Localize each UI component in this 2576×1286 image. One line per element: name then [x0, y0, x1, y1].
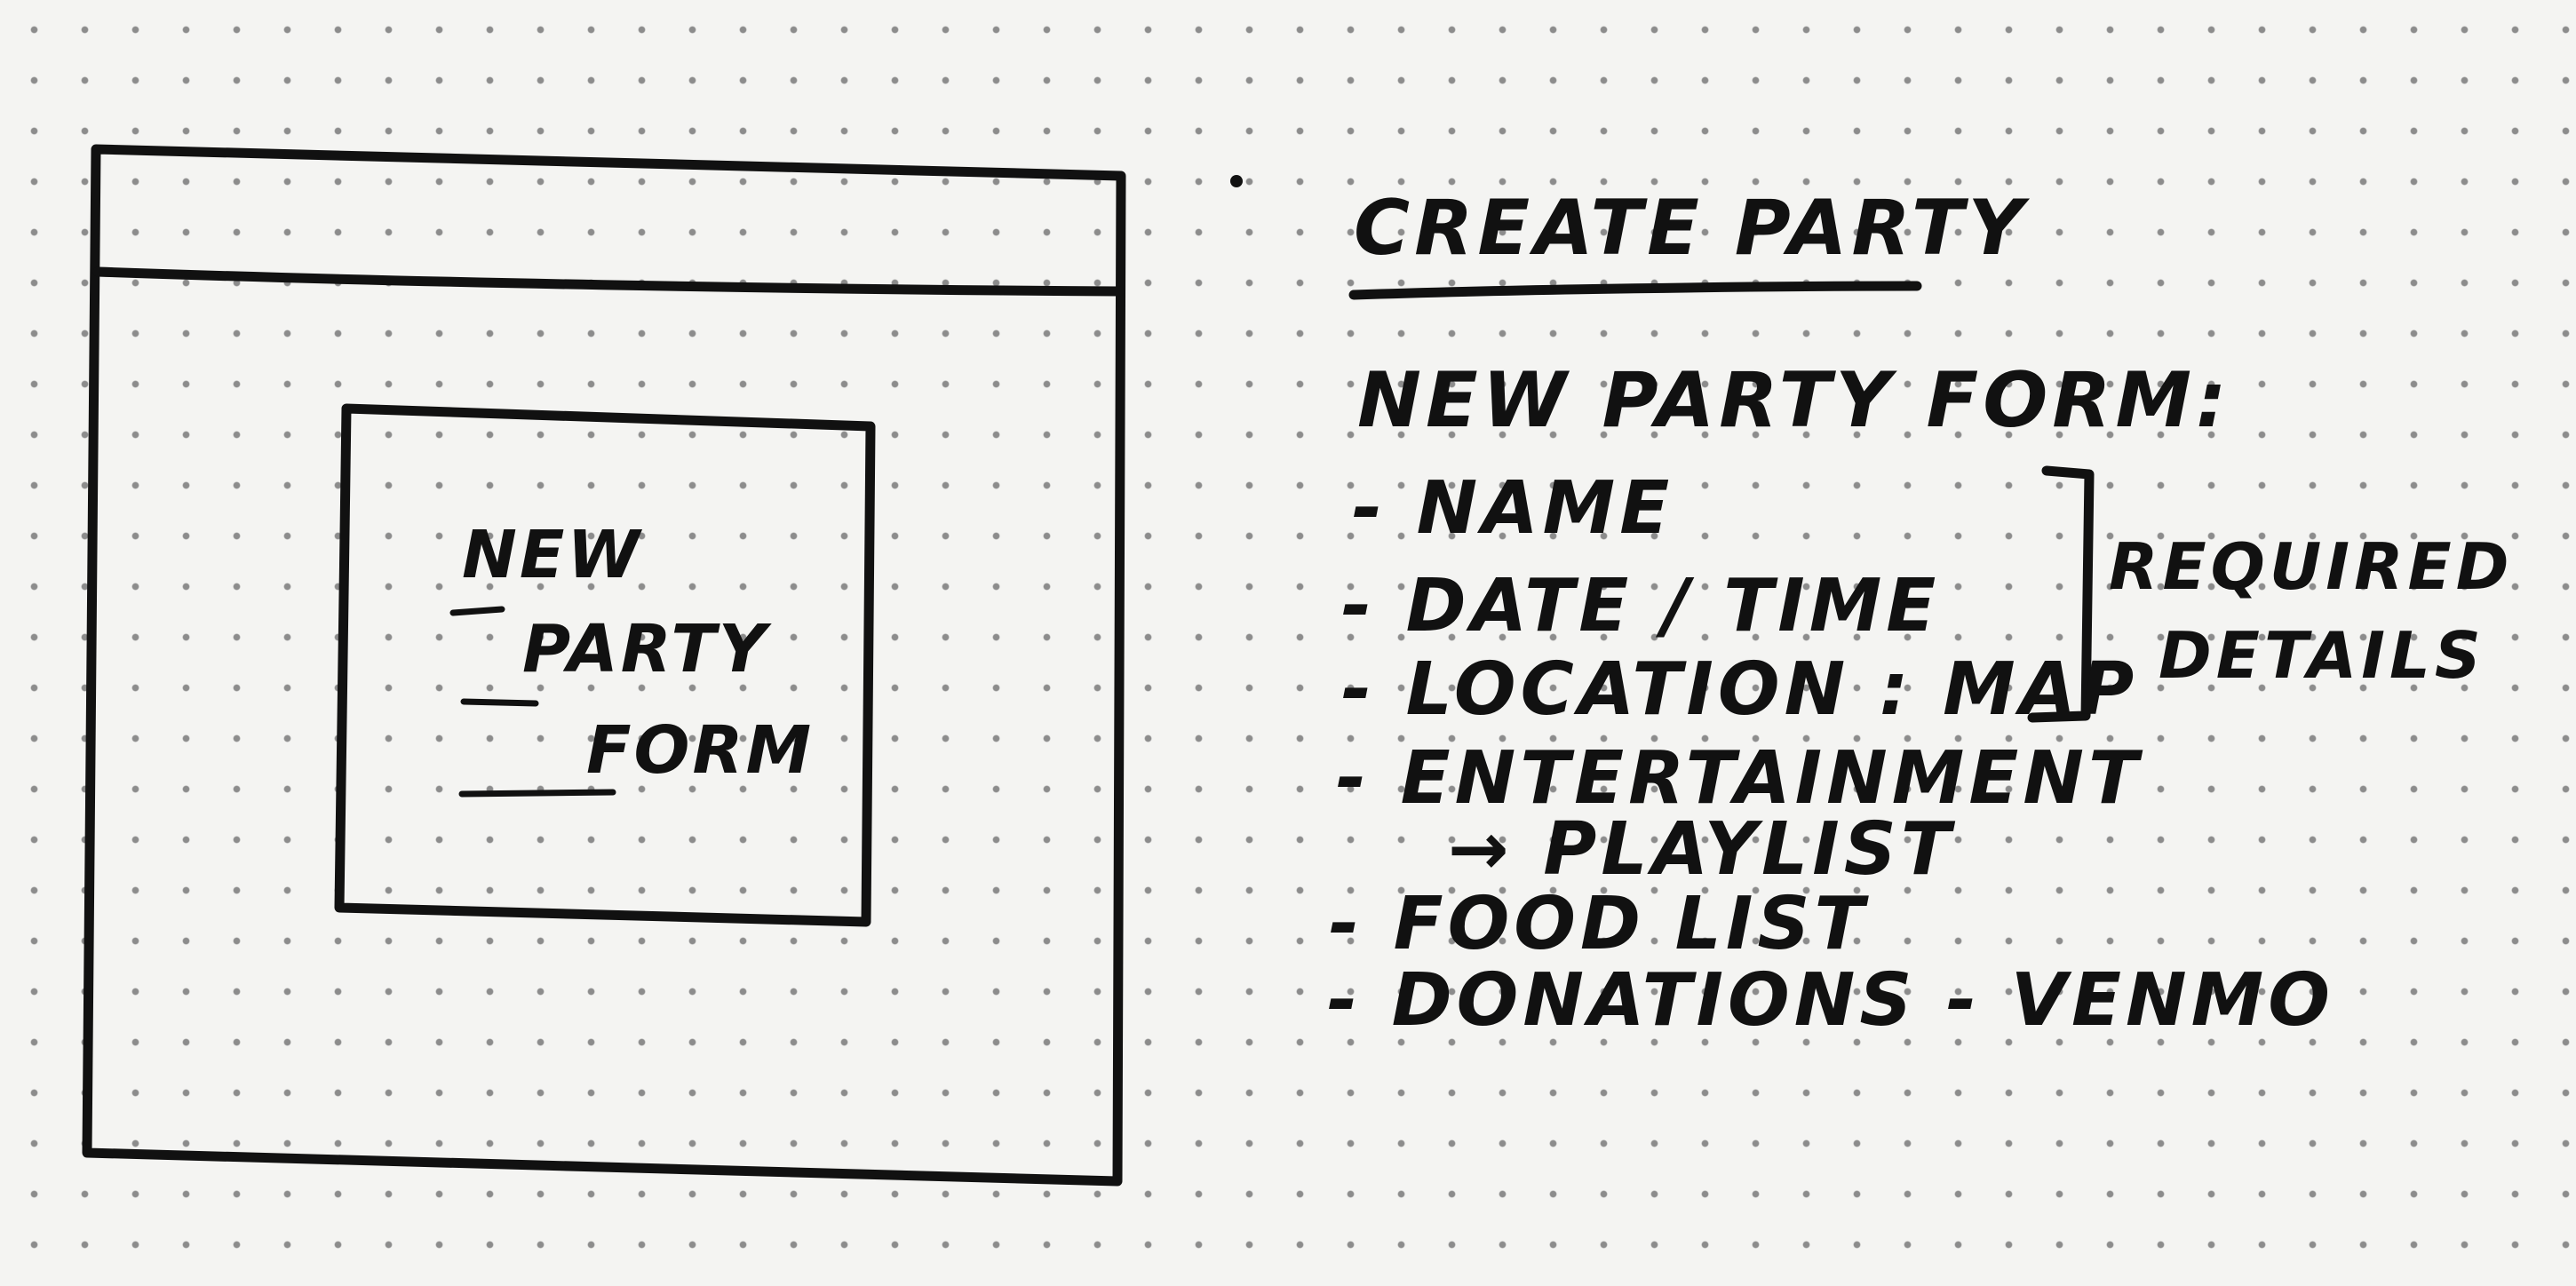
modal-label-party: PARTY — [522, 611, 769, 687]
page-title: CREATE PARTY — [1354, 184, 2028, 273]
modal-label-new: NEW — [462, 517, 643, 593]
list-item-entertainment: - ENTERTAINMENT — [1336, 736, 2143, 821]
title-underline — [1348, 281, 1922, 300]
list-item-date-time: - DATE / TIME — [1341, 564, 1941, 648]
field-line-name — [449, 606, 505, 616]
ink-dot — [1230, 175, 1243, 187]
form-heading: NEW PARTY FORM: — [1357, 356, 2231, 445]
list-item-playlist: → PLAYLIST — [1448, 807, 1955, 892]
browser-header-divider — [92, 266, 1125, 297]
bracket-label-details: DETAILS — [2159, 618, 2485, 693]
list-item-food-list: - FOOD LIST — [1329, 882, 1869, 966]
modal-label-form: FORM — [586, 712, 815, 789]
field-line-party — [460, 698, 539, 707]
bracket-label-required: REQUIRED — [2109, 529, 2514, 604]
list-item-donations: - DONATIONS - VENMO — [1327, 958, 2334, 1043]
list-item-location: - LOCATION : MAP — [1341, 647, 2139, 732]
list-item-name: - NAME — [1352, 466, 1674, 551]
field-line-form — [458, 789, 616, 798]
